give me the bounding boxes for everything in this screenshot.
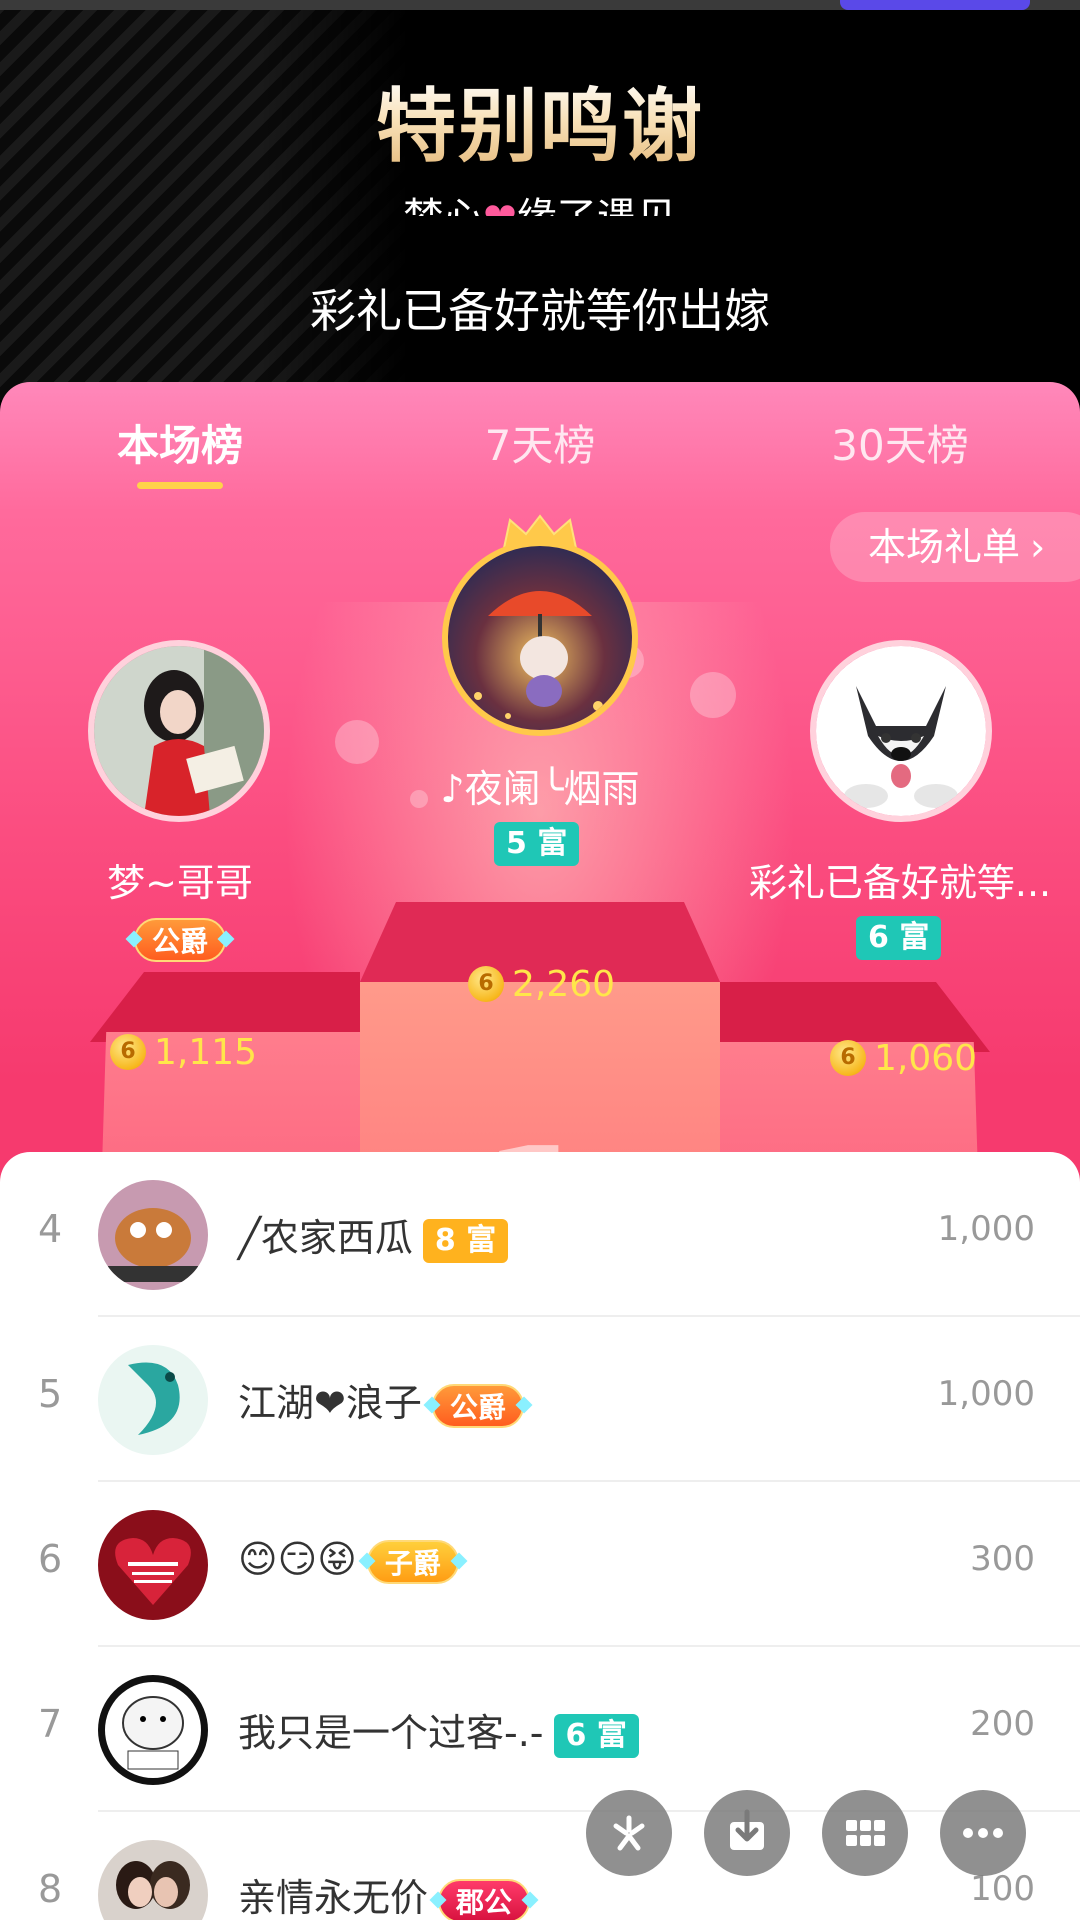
user-name: ╱农家西瓜 8 富 <box>238 1207 509 1263</box>
title-badge: 郡公 <box>438 1878 531 1920</box>
grid-icon <box>846 1820 885 1846</box>
bubble-decoration <box>690 672 736 718</box>
banner-title: 特别鸣谢 <box>0 62 1080 178</box>
third-place-badge: 6 富 <box>856 916 942 960</box>
avatar[interactable] <box>98 1840 208 1920</box>
second-place-name: 梦~哥哥 <box>107 861 253 905</box>
thanks-banner: 特别鸣谢 梦心❤缘了遇见 彩礼已备好就等你出嫁 <box>0 0 1080 400</box>
first-place-name: ♪夜阑╰烟雨 <box>440 767 640 811</box>
avatar[interactable] <box>98 1675 208 1785</box>
avatar-second-place[interactable] <box>88 640 270 822</box>
coin-icon: 6 <box>830 1040 866 1076</box>
ranking-list: 4 ╱农家西瓜 8 富 1,000 5 江湖❤浪子 公爵 1,000 6 😊😏😝 子爵… <box>0 1152 1080 1920</box>
avatar[interactable] <box>98 1180 208 1290</box>
more-button[interactable] <box>940 1790 1026 1876</box>
avatar-third-place[interactable] <box>810 640 992 822</box>
bubble-decoration <box>335 720 379 764</box>
download-button[interactable] <box>704 1790 790 1876</box>
banner-scroll-line-1: 梦心❤缘了遇见 <box>0 178 1080 216</box>
status-strip <box>0 0 1080 10</box>
download-icon <box>730 1809 764 1850</box>
wealth-badge: 6 富 <box>553 1713 639 1758</box>
user-score: 300 <box>970 1539 1035 1579</box>
tab-30-days[interactable]: 30天榜 <box>780 412 1020 473</box>
tab-this-session[interactable]: 本场榜 <box>60 412 300 473</box>
tab-7-days[interactable]: 7天榜 <box>420 412 660 473</box>
avatar[interactable] <box>98 1345 208 1455</box>
user-name: 亲情永无价 郡公 <box>238 1867 531 1920</box>
active-tab-indicator <box>137 482 223 489</box>
rank-number: 7 <box>38 1702 63 1746</box>
list-item[interactable]: 5 江湖❤浪子 公爵 1,000 <box>0 1317 1080 1482</box>
wealth-badge: 8 富 <box>422 1218 509 1263</box>
user-name: 江湖❤浪子 公爵 <box>238 1372 524 1428</box>
avatar-first-place[interactable] <box>442 540 638 736</box>
user-score: 1,000 <box>937 1374 1035 1414</box>
more-icon <box>963 1828 1003 1838</box>
ranking-tabs: 本场榜 7天榜 30天榜 <box>0 382 1080 512</box>
user-score: 1,000 <box>937 1209 1035 1249</box>
title-badge: 公爵 <box>431 1383 524 1428</box>
title-badge: 子爵 <box>366 1539 459 1584</box>
gift-list-button[interactable]: 本场礼单 › <box>830 512 1080 582</box>
user-score: 200 <box>970 1704 1035 1744</box>
heart-icon: ❤ <box>483 195 517 216</box>
list-item[interactable]: 8 亲情永无价 郡公 100 <box>0 1812 1080 1920</box>
banner-scroll-line-2: 彩礼已备好就等你出嫁 <box>310 284 770 338</box>
second-place-score: 6 1,115 <box>110 1030 257 1073</box>
list-item[interactable]: 4 ╱农家西瓜 8 富 1,000 <box>0 1152 1080 1317</box>
grid-button[interactable] <box>822 1790 908 1876</box>
list-item[interactable]: 7 我只是一个过客-.- 6 富 200 <box>0 1647 1080 1812</box>
rank-number: 8 <box>38 1867 63 1911</box>
rank-number: 6 <box>38 1537 63 1581</box>
spark-button[interactable] <box>586 1790 672 1876</box>
list-item[interactable]: 6 😊😏😝 子爵 300 <box>0 1482 1080 1647</box>
user-name: 😊😏😝 子爵 <box>238 1537 459 1584</box>
first-place-badge: 5 富 <box>494 822 580 866</box>
coin-icon: 6 <box>468 966 504 1002</box>
chevron-right-icon: › <box>1030 525 1046 569</box>
first-place-score: 6 2,260 <box>468 962 615 1005</box>
rank-number: 5 <box>38 1372 63 1416</box>
third-place-score: 6 1,060 <box>830 1036 977 1079</box>
coin-icon: 6 <box>110 1034 146 1070</box>
avatar[interactable] <box>98 1510 208 1620</box>
spark-icon <box>613 1815 645 1851</box>
third-place-name: 彩礼已备好就等... <box>748 861 1052 905</box>
second-place-badge: 公爵 <box>134 918 227 962</box>
user-name: 我只是一个过客-.- 6 富 <box>238 1702 639 1758</box>
rank-number: 4 <box>38 1207 63 1251</box>
